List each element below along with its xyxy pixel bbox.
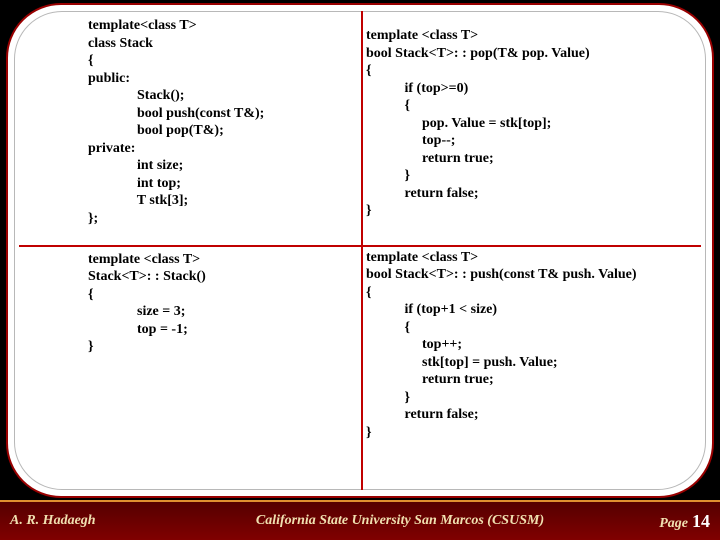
code-push: template <class T> bool Stack<T>: : push… (360, 245, 712, 485)
footer-author: A. R. Hadaegh (0, 513, 180, 529)
footer-page: Page 14 (620, 511, 720, 532)
footer-affiliation: California State University San Marcos (… (180, 513, 620, 529)
code-declaration: template<class T> class Stack { public: … (8, 15, 360, 243)
footer-page-number: 14 (692, 511, 710, 531)
code-pop: template <class T> bool Stack<T>: : pop(… (360, 15, 712, 243)
footer-page-label: Page (659, 516, 688, 531)
slide-footer: A. R. Hadaegh California State Universit… (0, 500, 720, 540)
slide-content: template<class T> class Stack { public: … (8, 15, 712, 486)
code-constructor: template <class T> Stack<T>: : Stack() {… (8, 245, 360, 485)
slide-frame: template<class T> class Stack { public: … (6, 3, 714, 498)
